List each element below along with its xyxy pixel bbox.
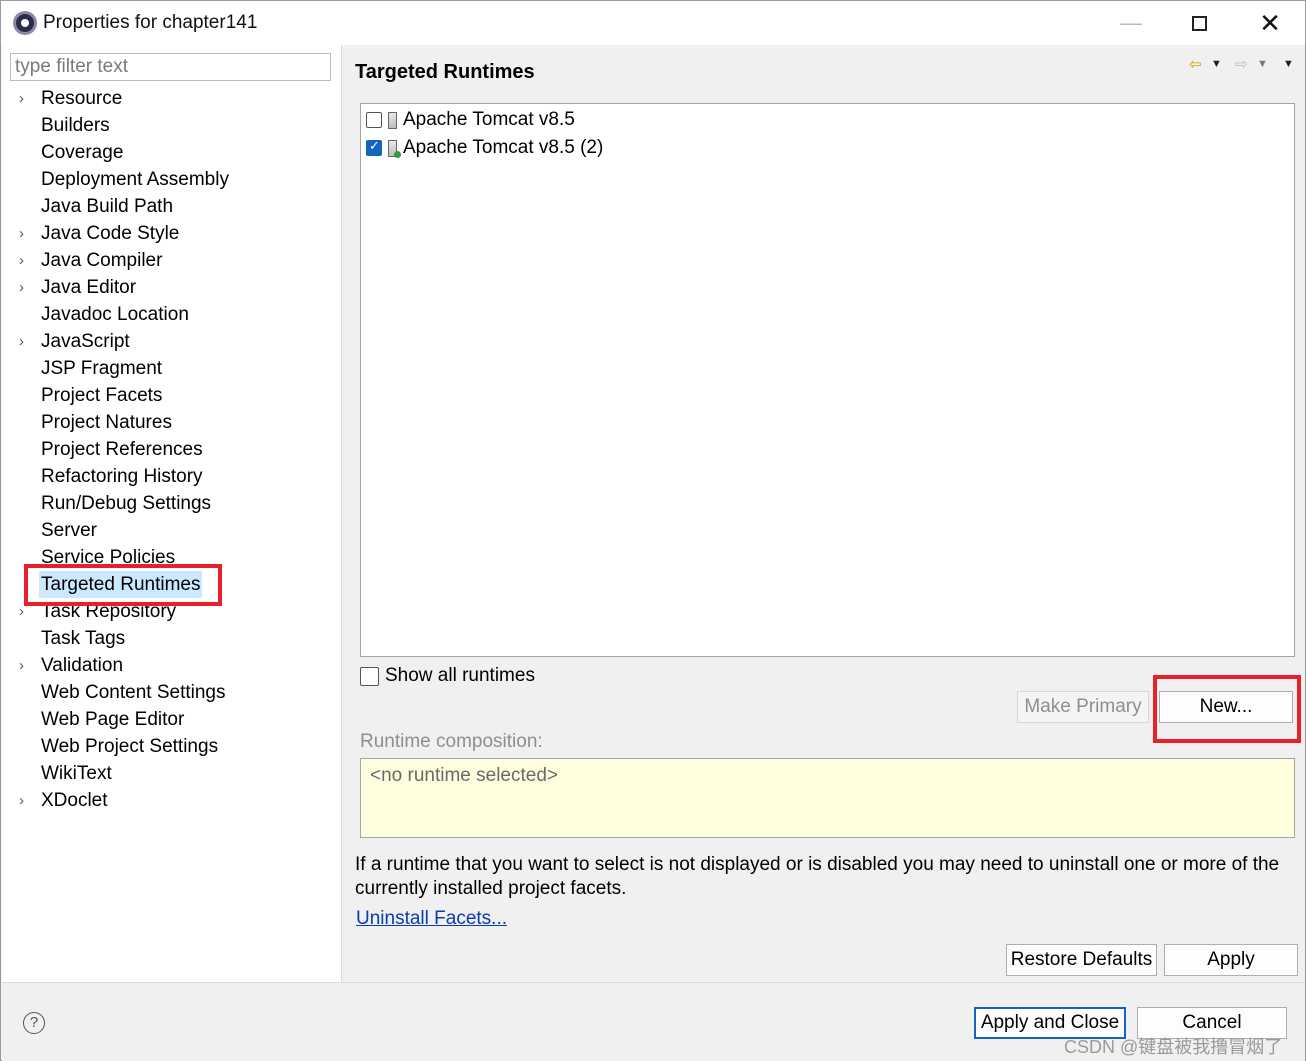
chevron-right-icon[interactable]: › xyxy=(19,787,31,814)
runtime-item[interactable]: Apache Tomcat v8.5 (2) xyxy=(366,135,603,161)
sidebar-item[interactable]: Server xyxy=(2,517,342,544)
preference-tree: › Resource Builders Coverage Deployment Asse… xyxy=(2,85,342,814)
sidebar-item[interactable]: Web Page Editor xyxy=(2,706,342,733)
sidebar-item-label: Project Facets xyxy=(41,385,163,406)
watermark: CSDN @键盘被我撸冒烟了 xyxy=(1064,1037,1283,1057)
runtime-composition-value: <no runtime selected> xyxy=(370,765,559,786)
minimize-button[interactable]: — xyxy=(1096,1,1166,45)
sidebar-item[interactable]: Deployment Assembly xyxy=(2,166,342,193)
sidebar-item-label: Project Natures xyxy=(41,412,172,433)
dialog-footer: ? Apply and Close Cancel CSDN @键盘被我撸冒烟了 xyxy=(2,982,1305,1061)
sidebar-item-label: Builders xyxy=(41,115,110,136)
sidebar-item-label: Task Tags xyxy=(41,628,126,649)
runtime-list[interactable]: Apache Tomcat v8.5 Apache Tomcat v8.5 (2… xyxy=(360,103,1295,657)
sidebar-item[interactable]: Project Natures xyxy=(2,409,342,436)
help-icon[interactable]: ? xyxy=(23,1012,45,1034)
sidebar-item-label: Java Compiler xyxy=(41,250,163,271)
server-icon xyxy=(388,111,397,129)
eclipse-icon xyxy=(13,11,37,35)
chevron-right-icon[interactable]: › xyxy=(19,247,31,274)
server-icon xyxy=(388,139,401,158)
sidebar-item[interactable]: Web Project Settings xyxy=(2,733,342,760)
sidebar-item[interactable]: Project References xyxy=(2,436,342,463)
sidebar-item-label: Run/Debug Settings xyxy=(41,493,212,514)
sidebar-item-label: Javadoc Location xyxy=(41,304,189,325)
filter-input[interactable] xyxy=(10,53,331,81)
forward-arrow-icon[interactable]: ⇨ xyxy=(1235,55,1248,73)
runtime-label: Apache Tomcat v8.5 (2) xyxy=(403,137,604,158)
make-primary-button[interactable]: Make Primary xyxy=(1017,691,1149,723)
properties-dialog: Properties for chapter141 — ✕ › Resource B… xyxy=(0,0,1306,1061)
runtime-checkbox[interactable] xyxy=(366,138,382,156)
annotation-highlight-box xyxy=(24,564,222,606)
sidebar-item-label: Java Build Path xyxy=(41,196,174,217)
sidebar-item-label: Web Project Settings xyxy=(41,736,219,757)
sidebar-item[interactable]: › Java Editor xyxy=(2,274,342,301)
sidebar-item[interactable]: Refactoring History xyxy=(2,463,342,490)
sidebar-item[interactable]: Java Build Path xyxy=(2,193,342,220)
show-all-runtimes-checkbox[interactable]: Show all runtimes xyxy=(360,663,535,689)
sidebar-item[interactable]: Coverage xyxy=(2,139,342,166)
sidebar-item-label: Refactoring History xyxy=(41,466,203,487)
back-menu-icon[interactable]: ▼ xyxy=(1211,58,1222,70)
view-menu-icon[interactable]: ▼ xyxy=(1283,58,1294,70)
sidebar-item[interactable]: › Java Compiler xyxy=(2,247,342,274)
chevron-right-icon[interactable]: › xyxy=(19,652,31,679)
page-title: Targeted Runtimes xyxy=(355,61,535,83)
title-bar: Properties for chapter141 — ✕ xyxy=(1,1,1305,45)
sidebar-item[interactable]: JSP Fragment xyxy=(2,355,342,382)
sidebar-item-label: Web Page Editor xyxy=(41,709,185,730)
sidebar-item-label: Java Code Style xyxy=(41,223,180,244)
runtime-item[interactable]: Apache Tomcat v8.5 xyxy=(366,107,575,133)
runtime-checkbox[interactable] xyxy=(366,112,382,128)
chevron-right-icon[interactable]: › xyxy=(19,85,31,112)
sidebar-item-label: Validation xyxy=(41,655,124,676)
sidebar-item-label: Deployment Assembly xyxy=(41,169,229,190)
annotation-highlight-box xyxy=(1153,675,1301,743)
show-all-checkbox-box[interactable] xyxy=(360,666,379,686)
sidebar-item-label: XDoclet xyxy=(41,790,108,811)
sidebar-item[interactable]: › Validation xyxy=(2,652,342,679)
sidebar-item-label: JavaScript xyxy=(41,331,130,352)
chevron-right-icon[interactable]: › xyxy=(19,220,31,247)
sidebar-item[interactable]: Task Tags xyxy=(2,625,342,652)
window-title: Properties for chapter141 xyxy=(43,12,258,33)
sidebar-item-label: JSP Fragment xyxy=(41,358,163,379)
runtime-composition-label: Runtime composition: xyxy=(360,731,543,752)
sidebar-item[interactable]: Web Content Settings xyxy=(2,679,342,706)
sidebar-item[interactable]: › Java Code Style xyxy=(2,220,342,247)
sidebar-item[interactable]: Javadoc Location xyxy=(2,301,342,328)
restore-defaults-button[interactable]: Restore Defaults xyxy=(1006,944,1157,976)
close-button[interactable]: ✕ xyxy=(1235,1,1305,45)
chevron-right-icon[interactable]: › xyxy=(19,328,31,355)
main-panel: Targeted Runtimes ⇦ ▼ ⇨ ▼ ▼ Apache Tomca… xyxy=(343,45,1305,982)
info-text: If a runtime that you want to select is … xyxy=(355,854,1280,899)
maximize-icon xyxy=(1191,15,1207,31)
back-arrow-icon[interactable]: ⇦ xyxy=(1189,55,1202,73)
sidebar-item-label: Java Editor xyxy=(41,277,137,298)
apply-button[interactable]: Apply xyxy=(1164,944,1298,976)
maximize-button[interactable] xyxy=(1164,1,1234,45)
sidebar-item[interactable]: › Resource xyxy=(2,85,342,112)
sidebar-item-label: Project References xyxy=(41,439,203,460)
sidebar-item[interactable]: Run/Debug Settings xyxy=(2,490,342,517)
sidebar-item[interactable]: › XDoclet xyxy=(2,787,342,814)
sidebar-item-label: Resource xyxy=(41,88,123,109)
sidebar-item-label: Coverage xyxy=(41,142,124,163)
runtime-composition-box: <no runtime selected> xyxy=(360,758,1295,838)
sidebar-item[interactable]: Builders xyxy=(2,112,342,139)
show-all-label: Show all runtimes xyxy=(385,665,535,686)
runtime-label: Apache Tomcat v8.5 xyxy=(403,109,575,130)
sidebar: › Resource Builders Coverage Deployment Asse… xyxy=(2,45,342,982)
page-navigation: ⇦ ▼ ⇨ ▼ ▼ xyxy=(1189,55,1299,75)
sidebar-item-label: Server xyxy=(41,520,97,541)
sidebar-item[interactable]: WikiText xyxy=(2,760,342,787)
sidebar-item-label: WikiText xyxy=(41,763,112,784)
sidebar-item[interactable]: Project Facets xyxy=(2,382,342,409)
chevron-right-icon[interactable]: › xyxy=(19,274,31,301)
sidebar-item[interactable]: › JavaScript xyxy=(2,328,342,355)
sidebar-item-label: Web Content Settings xyxy=(41,682,226,703)
forward-menu-icon[interactable]: ▼ xyxy=(1257,58,1268,70)
uninstall-facets-link[interactable]: Uninstall Facets... xyxy=(356,908,507,930)
